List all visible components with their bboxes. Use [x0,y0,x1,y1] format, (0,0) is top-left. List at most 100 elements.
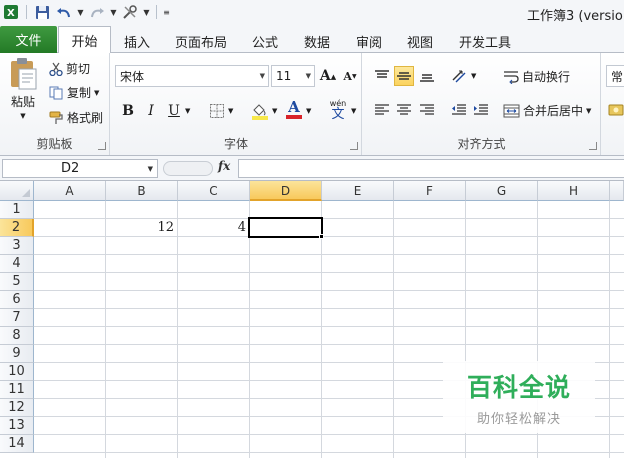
font-color-button[interactable]: A [284,99,304,119]
formula-bar-resize-handle[interactable] [163,161,213,176]
tab-home[interactable]: 开始 [58,26,111,54]
font-color-dropdown-icon[interactable]: ▼ [306,107,311,115]
borders-button[interactable] [207,101,227,121]
format-painter-button[interactable]: 格式刷 [49,109,103,126]
font-launcher-icon[interactable] [350,142,358,150]
orientation-button[interactable] [449,66,469,86]
tab-formulas[interactable]: 公式 [242,29,288,53]
undo-dropdown-icon[interactable]: ▼ [77,3,84,21]
formula-input[interactable] [238,159,624,178]
row-header-1[interactable]: 1 [0,201,34,219]
align-center-button[interactable] [394,100,414,120]
name-box-dropdown-icon: ▼ [147,165,153,173]
redo-dropdown-icon[interactable]: ▼ [110,3,117,21]
name-box[interactable]: D2 ▼ [2,159,158,178]
underline-dropdown-icon[interactable]: ▼ [185,107,190,115]
grow-font-button[interactable]: A ▲ [318,66,338,86]
column-header-c[interactable]: C [178,181,250,201]
active-cell-d2[interactable] [248,217,323,238]
alignment-group: ▼ 自动换行 合并后居中 ▼ 对齐方式 [363,53,601,155]
font-name-combo[interactable]: 宋体 ▼ [115,65,269,87]
customize-qat-icon[interactable]: ≡ [163,3,170,21]
clipboard-launcher-icon[interactable] [98,142,106,150]
font-size-dropdown-icon: ▼ [305,72,311,80]
align-right-button[interactable] [417,100,437,120]
ribbon: 粘贴 ▼ 剪切 复制 ▼ 格式刷 剪贴板 宋体 ▼ 11 ▼ A ▲ A ▼ B… [0,53,624,156]
paste-button[interactable]: 粘贴 ▼ [4,57,42,120]
column-header-d[interactable]: D [250,181,322,201]
insert-function-icon[interactable]: fx [218,159,230,173]
tools-dropdown-icon[interactable]: ▼ [143,3,150,21]
phonetic-guide-button[interactable]: wén 文 [327,97,349,123]
column-header-partial[interactable] [610,181,624,201]
column-header-b[interactable]: B [106,181,178,201]
font-size-combo[interactable]: 11 ▼ [271,65,315,87]
copy-button[interactable]: 复制 ▼ [49,84,99,101]
fill-color-dropdown-icon[interactable]: ▼ [272,107,277,115]
tab-file[interactable]: 文件 [0,26,57,53]
row-header-14[interactable]: 14 [0,435,34,453]
row-header-9[interactable]: 9 [0,345,34,363]
paste-label: 粘贴 [10,95,35,109]
tab-developer[interactable]: 开发工具 [450,29,520,53]
underline-button[interactable]: U [164,101,184,121]
row-header-2[interactable]: 2 [0,219,34,237]
cell-c2[interactable]: 4 [178,219,249,237]
wrap-text-button[interactable]: 自动换行 [503,68,570,85]
align-center-icon [396,103,412,117]
save-icon[interactable] [33,3,51,21]
increase-indent-button[interactable] [471,100,491,120]
phonetic-dropdown-icon[interactable]: ▼ [351,107,356,115]
fill-color-button[interactable] [250,101,270,121]
row-header-12[interactable]: 12 [0,399,34,417]
select-all-button[interactable] [0,181,34,201]
row-header-13[interactable]: 13 [0,417,34,435]
number-format-combo[interactable]: 常 [606,65,624,87]
bold-button[interactable]: B [118,101,138,121]
redo-icon[interactable] [88,3,106,21]
column-header-a[interactable]: A [34,181,106,201]
row-header-10[interactable]: 10 [0,363,34,381]
tab-page-layout[interactable]: 页面布局 [166,29,236,53]
svg-text:X: X [7,8,15,19]
accounting-format-button[interactable] [606,100,624,120]
align-bottom-button[interactable] [417,66,437,86]
tab-data[interactable]: 数据 [294,29,340,53]
row-header-6[interactable]: 6 [0,291,34,309]
italic-button[interactable]: I [141,101,161,121]
row-header-5[interactable]: 5 [0,273,34,291]
undo-icon[interactable] [55,3,73,21]
font-color-swatch [286,114,302,119]
clipboard-group: 粘贴 ▼ 剪切 复制 ▼ 格式刷 剪贴板 [0,53,110,155]
excel-logo-icon[interactable]: X [2,3,20,21]
row-header-11[interactable]: 11 [0,381,34,399]
column-header-g[interactable]: G [466,181,538,201]
alignment-launcher-icon[interactable] [589,142,597,150]
tools-icon[interactable] [121,3,139,21]
tab-insert[interactable]: 插入 [113,29,161,53]
watermark: 百科全说 助你轻松解决 [443,361,595,433]
decrease-indent-button[interactable] [449,100,469,120]
orientation-dropdown-icon[interactable]: ▼ [471,72,476,80]
row-header-3[interactable]: 3 [0,237,34,255]
font-name-value: 宋体 [120,69,145,84]
cell-b2[interactable]: 12 [106,219,177,237]
align-middle-button[interactable] [394,66,414,86]
scissors-icon [49,62,63,76]
shrink-font-button[interactable]: A ▼ [340,66,360,86]
align-left-button[interactable] [372,100,392,120]
borders-dropdown-icon[interactable]: ▼ [228,107,233,115]
column-header-h[interactable]: H [538,181,610,201]
row-header-7[interactable]: 7 [0,309,34,327]
row-header-4[interactable]: 4 [0,255,34,273]
column-header-e[interactable]: E [322,181,394,201]
fill-handle[interactable] [319,234,324,239]
tab-review[interactable]: 审阅 [346,29,392,53]
row-header-8[interactable]: 8 [0,327,34,345]
worksheet-grid[interactable]: A B C D E F G H 1 2 3 4 5 6 7 8 9 10 11 … [0,180,624,458]
column-header-f[interactable]: F [394,181,466,201]
tab-view[interactable]: 视图 [397,29,443,53]
merge-center-button[interactable]: 合并后居中 ▼ [503,102,591,119]
align-top-button[interactable] [372,66,392,86]
cut-button[interactable]: 剪切 [49,60,90,77]
